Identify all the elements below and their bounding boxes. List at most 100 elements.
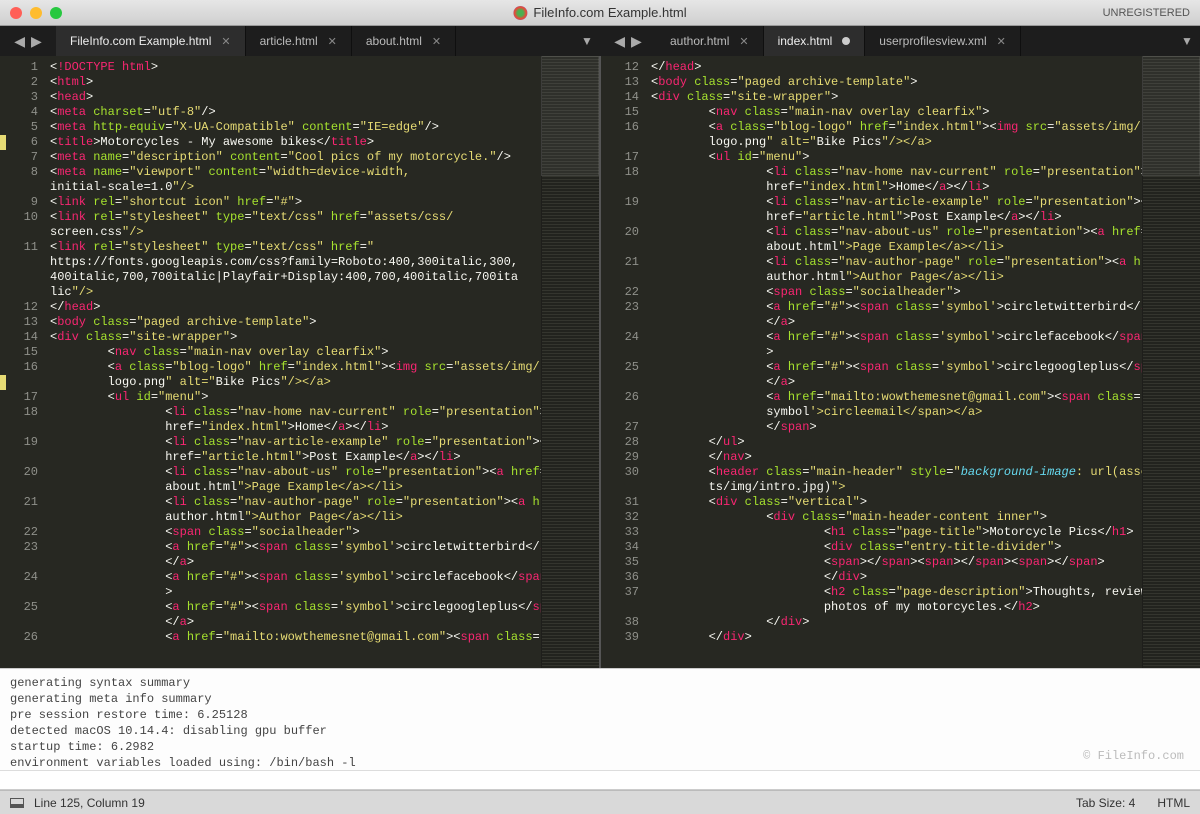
- code-line: <li class="nav-home nav-current" role="p…: [50, 405, 541, 420]
- file-tab[interactable]: author.html ✕: [656, 26, 764, 56]
- code-line: </a>: [651, 315, 1142, 330]
- file-tab[interactable]: userprofilesview.xml ✕: [865, 26, 1021, 56]
- nav-fwd-icon[interactable]: ▶: [631, 33, 642, 50]
- editor-pane-right[interactable]: 1213141516171819202122232425262728293031…: [599, 56, 1200, 668]
- code-line: <body class="paged archive-template">: [651, 75, 1142, 90]
- status-syntax[interactable]: HTML: [1157, 796, 1190, 810]
- console-line: pre session restore time: 6.25128: [10, 707, 1190, 723]
- code-line: <li class="nav-about-us" role="presentat…: [651, 225, 1142, 240]
- code-line: <li class="nav-author-page" role="presen…: [50, 495, 541, 510]
- code-line: <html>: [50, 75, 541, 90]
- code-line: <a class="blog-logo" href="index.html"><…: [651, 120, 1142, 135]
- code-right[interactable]: </head><body class="paged archive-templa…: [647, 56, 1142, 668]
- code-left[interactable]: <!DOCTYPE html><html><head><meta charset…: [46, 56, 541, 668]
- pane-left-more-icon[interactable]: ▼: [574, 26, 600, 56]
- panel-toggle-icon[interactable]: [10, 798, 24, 808]
- code-line: href="article.html">Post Example</a></li…: [651, 210, 1142, 225]
- tab-row: ◀ ▶ FileInfo.com Example.html✕article.ht…: [0, 26, 1200, 56]
- status-bar: Line 125, Column 19 Tab Size: 4 HTML: [0, 790, 1200, 814]
- code-line: <a href="#"><span class='symbol'>circlef…: [651, 330, 1142, 345]
- code-line: <span class="socialheader">: [651, 285, 1142, 300]
- code-line: href="index.html">Home</a></li>: [50, 420, 541, 435]
- minimize-icon[interactable]: [30, 7, 42, 19]
- tab-label: FileInfo.com Example.html: [70, 34, 211, 48]
- gutter-left: 1234567891011121314151617181920212223242…: [0, 56, 46, 668]
- gutter-right: 1213141516171819202122232425262728293031…: [601, 56, 647, 668]
- close-tab-icon[interactable]: ✕: [739, 35, 748, 48]
- console-line: startup time: 6.2982: [10, 739, 1190, 755]
- code-line: <title>Motorcycles - My awesome bikes</t…: [50, 135, 541, 150]
- code-line: </div>: [651, 630, 1142, 645]
- code-line: author.html">Author Page</a></li>: [651, 270, 1142, 285]
- code-line: <link rel="stylesheet" type="text/css" h…: [50, 210, 541, 225]
- close-tab-icon[interactable]: ✕: [328, 35, 337, 48]
- code-line: <a href="mailto:wowthemesnet@gmail.com">…: [50, 630, 541, 645]
- file-tab[interactable]: index.html: [764, 26, 866, 56]
- code-line: https://fonts.googleapis.com/css?family=…: [50, 255, 541, 270]
- code-line: 400italic,700,700italic|Playfair+Display…: [50, 270, 541, 285]
- code-line: <link rel="shortcut icon" href="#">: [50, 195, 541, 210]
- nav-fwd-icon[interactable]: ▶: [31, 33, 42, 50]
- close-tab-icon[interactable]: ✕: [221, 35, 230, 48]
- pane-right-nav: ◀ ▶: [600, 26, 656, 56]
- close-tab-icon[interactable]: ✕: [997, 35, 1006, 48]
- code-line: </div>: [651, 615, 1142, 630]
- tab-label: author.html: [670, 34, 729, 48]
- fold-marker: [0, 375, 6, 390]
- code-line: <li class="nav-article-example" role="pr…: [651, 195, 1142, 210]
- window-title: FileInfo.com Example.html: [513, 5, 686, 20]
- code-line: <div class="site-wrapper">: [651, 90, 1142, 105]
- code-line: <meta charset="utf-8"/>: [50, 105, 541, 120]
- fold-marker: [0, 135, 6, 150]
- nav-back-icon[interactable]: ◀: [614, 33, 625, 50]
- minimap-viewport[interactable]: [541, 56, 599, 176]
- code-line: <span></span><span></span><span></span>: [651, 555, 1142, 570]
- window-title-text: FileInfo.com Example.html: [533, 5, 686, 20]
- tab-label: article.html: [260, 34, 318, 48]
- code-line: logo.png" alt="Bike Pics"/></a>: [50, 375, 541, 390]
- code-line: lic"/>: [50, 285, 541, 300]
- pane-right-more-icon[interactable]: ▼: [1174, 26, 1200, 56]
- console-line: generating syntax summary: [10, 675, 1190, 691]
- close-tab-icon[interactable]: ✕: [432, 35, 441, 48]
- tab-label: index.html: [778, 34, 833, 48]
- nav-back-icon[interactable]: ◀: [14, 33, 25, 50]
- code-line: <meta name="description" content="Cool p…: [50, 150, 541, 165]
- close-icon[interactable]: [10, 7, 22, 19]
- app-favicon-icon: [513, 6, 527, 20]
- editor-pane-left[interactable]: 1234567891011121314151617181920212223242…: [0, 56, 599, 668]
- code-line: </head>: [50, 300, 541, 315]
- code-line: initial-scale=1.0"/>: [50, 180, 541, 195]
- code-line: screen.css"/>: [50, 225, 541, 240]
- console-input[interactable]: [0, 770, 1200, 790]
- code-line: </div>: [651, 570, 1142, 585]
- code-line: <head>: [50, 90, 541, 105]
- code-line: <li class="nav-article-example" role="pr…: [50, 435, 541, 450]
- file-tab[interactable]: FileInfo.com Example.html ✕: [56, 26, 246, 56]
- console-line: generating meta info summary: [10, 691, 1190, 707]
- traffic-lights: [10, 7, 62, 19]
- code-line: <nav class="main-nav overlay clearfix">: [50, 345, 541, 360]
- status-tabsize[interactable]: Tab Size: 4: [1076, 796, 1135, 810]
- code-line: ts/img/intro.jpg)">: [651, 480, 1142, 495]
- code-line: <!DOCTYPE html>: [50, 60, 541, 75]
- console-output: generating syntax summarygenerating meta…: [10, 675, 1190, 770]
- code-line: </ul>: [651, 435, 1142, 450]
- zoom-icon[interactable]: [50, 7, 62, 19]
- file-tab[interactable]: article.html ✕: [246, 26, 352, 56]
- watermark: © FileInfo.com: [1083, 748, 1184, 764]
- status-cursor[interactable]: Line 125, Column 19: [34, 796, 145, 810]
- dirty-indicator-icon: [842, 37, 850, 45]
- code-line: <span class="socialheader">: [50, 525, 541, 540]
- code-line: <div class="main-header-content inner">: [651, 510, 1142, 525]
- code-line: symbol'>circleemail</span></a>: [651, 405, 1142, 420]
- file-tab[interactable]: about.html✕: [352, 26, 456, 56]
- code-line: </a>: [651, 375, 1142, 390]
- code-line: <a href="#"><span class='symbol'>circleg…: [651, 360, 1142, 375]
- console-panel[interactable]: generating syntax summarygenerating meta…: [0, 668, 1200, 770]
- code-line: <a href="#"><span class='symbol'>circlet…: [651, 300, 1142, 315]
- code-line: logo.png" alt="Bike Pics"/></a>: [651, 135, 1142, 150]
- minimap-viewport[interactable]: [1142, 56, 1200, 176]
- console-line: environment variables loaded using: /bin…: [10, 755, 1190, 770]
- tab-label: userprofilesview.xml: [879, 34, 986, 48]
